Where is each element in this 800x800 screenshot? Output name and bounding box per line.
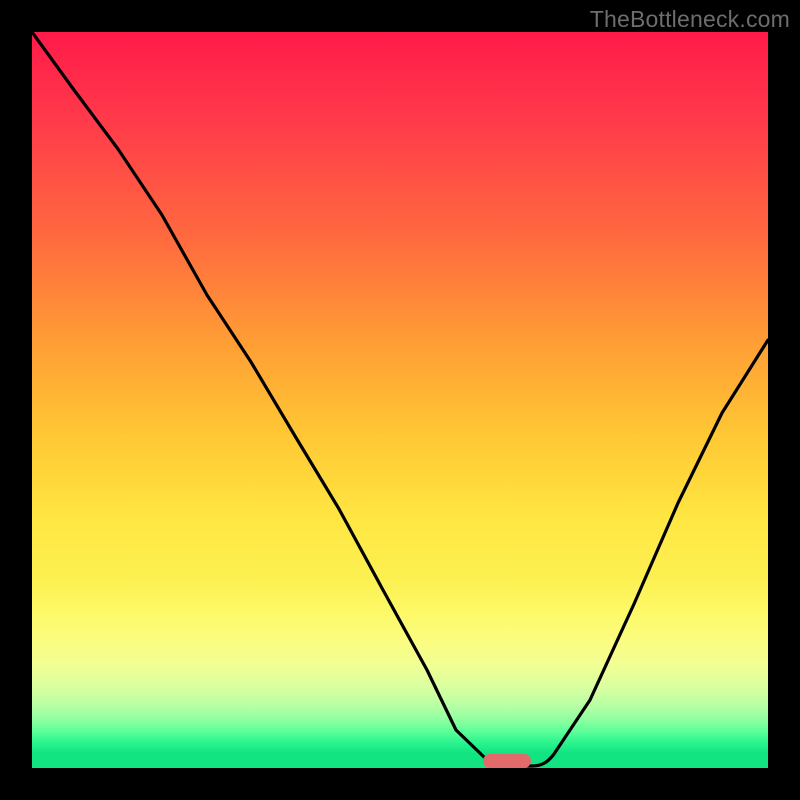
watermark-text: TheBottleneck.com xyxy=(590,6,790,33)
minimum-marker xyxy=(483,754,531,768)
chart-frame: TheBottleneck.com xyxy=(0,0,800,800)
curve-path xyxy=(32,32,768,766)
plot-area xyxy=(32,32,768,768)
bottleneck-curve xyxy=(32,32,768,768)
